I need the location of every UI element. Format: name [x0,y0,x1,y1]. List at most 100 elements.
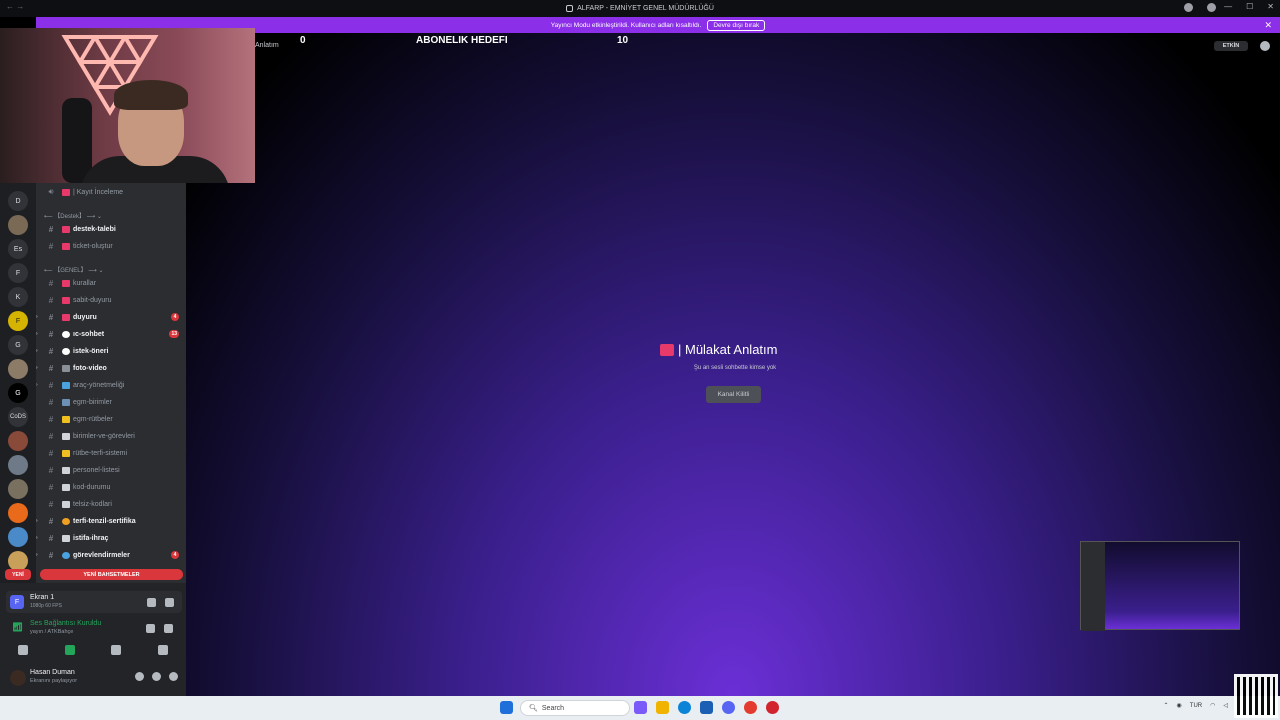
server-icon[interactable]: Es [8,239,28,259]
channel-item[interactable]: # ticket-oluştur [36,238,186,254]
globe-icon [62,551,70,559]
close-window-icon[interactable]: ✕ [1267,2,1274,11]
badge-icon [62,398,70,406]
app-icon[interactable] [766,701,779,714]
file-explorer-icon[interactable] [656,701,669,714]
wifi-icon[interactable]: ◠ [1210,702,1215,709]
back-forward-icon[interactable]: ← → [6,2,24,11]
channel-item[interactable]: # telsiz-kodlari [36,496,186,512]
megaphone-icon [62,188,70,196]
screen-share-icon[interactable] [64,645,75,655]
server-icon[interactable] [8,479,28,499]
server-icon[interactable]: G [8,335,28,355]
preview-sidebar [1081,542,1105,631]
signal-icon[interactable]: 📶︎ [12,622,23,633]
user-panel: F Ekran 1 1080p 60 FPS 📶︎ Ses Bağlantısı… [0,583,186,696]
inbox-icon[interactable] [1184,3,1193,12]
goal-title: ABONELIK HEDEFI [416,34,508,46]
channel-item[interactable]: # destek-talebi [36,221,186,237]
volume-icon[interactable]: ◁ [1223,702,1228,709]
chat-icon[interactable] [1260,41,1270,51]
active-badge[interactable]: ETKİN [1214,41,1248,51]
headphones-icon[interactable] [152,672,161,681]
new-mentions-button[interactable]: YENİ BAHSETMELER [40,569,183,580]
channel-item[interactable]: # egm-rütbeler [36,411,186,427]
category-genel[interactable]: ⟵ 【GENEL】 ⟶ ⌄ [44,265,104,274]
webcam-overlay [0,28,255,183]
server-icon[interactable]: K [8,287,28,307]
star-icon [62,415,70,423]
user-info: Hasan Duman Ekranını paylaşıyor [0,663,186,693]
soundboard-icon[interactable] [157,645,168,655]
stream-preview[interactable]: F Ekran 1 1080p 60 FPS [6,591,182,613]
goal-target: 10 [617,34,629,46]
server-icon[interactable] [8,527,28,547]
chrome-icon[interactable] [744,701,757,714]
channel-item[interactable]: › # terfi-tenzil-sertifika [36,513,186,529]
close-banner-icon[interactable]: ✕ [1264,20,1272,31]
category-destek[interactable]: ⟵ 【Destek】 ⟶ ⌄ [44,211,102,220]
screen-share-preview[interactable] [1080,541,1240,631]
channel-item[interactable]: # personel-listesi [36,462,186,478]
unread-badge: 4 [171,313,179,321]
channel-item[interactable]: › # duyuru 4 [36,309,186,325]
tray-chevron-icon[interactable]: ⌃ [1164,702,1169,709]
server-icon[interactable]: CoDS [8,407,28,427]
banner-text: Yayıncı Modu etkinleştirildi. Kullanıcı … [550,21,702,29]
server-icon[interactable] [8,551,28,571]
maximize-icon[interactable]: ☐ [1246,2,1253,11]
voice-channel-icon: 🔊︎ [48,187,54,196]
voice-channel-name[interactable]: yayın / ATKBahçe [30,629,73,635]
channel-item[interactable]: # rütbe-terfi-sistemi [36,445,186,461]
server-icon[interactable] [8,431,28,451]
camera-off-icon[interactable] [18,645,29,655]
server-icon[interactable]: D [8,191,28,211]
copilot-icon[interactable] [634,701,647,714]
noise-suppression-icon[interactable] [146,624,155,633]
channel-kayit-inceleme[interactable]: 🔊︎ | Kayıt İnceleme [36,184,186,200]
channel-item[interactable]: › # istek-öneri [36,343,186,359]
start-icon[interactable] [500,701,513,714]
system-tray: ⌃ ◉ TUR ◠ ◁ [1164,702,1229,710]
avatar[interactable] [10,670,26,686]
channel-label: | Kayıt İnceleme [73,188,124,196]
channel-locked-button[interactable]: Kanal Kilitli [706,386,761,403]
language-indicator[interactable]: TUR [1190,703,1202,709]
list-icon [62,534,70,542]
store-icon[interactable] [700,701,713,714]
taskbar-search[interactable]: 🔍︎ Search [520,700,630,716]
stop-stream-icon[interactable] [165,598,174,607]
channel-item[interactable]: › # istifa-ihraç [36,530,186,546]
list-icon [62,483,70,491]
voice-status: 📶︎ Ses Bağlantısı Kuruldu yayın / ATKBah… [0,617,186,639]
popout-icon[interactable] [147,598,156,607]
window-titlebar: ← → ALFARP - EMNİYET GENEL MÜDÜRLÜĞÜ — ☐… [0,0,1280,17]
edge-icon[interactable] [678,701,691,714]
server-icon[interactable] [8,455,28,475]
server-icon[interactable]: F [8,311,28,331]
channel-item[interactable]: › # görevlendirmeler 4 [36,547,186,563]
disable-streamer-mode-button[interactable]: Devre dışı bırak [707,19,766,31]
channel-item[interactable]: # kod-durumu [36,479,186,495]
gear-icon[interactable] [169,672,178,681]
channel-item[interactable]: # kurallar [36,275,186,291]
channel-item[interactable]: › # ıc-sohbet 13 [36,326,186,342]
server-icon[interactable]: F [8,263,28,283]
channel-item[interactable]: # egm-birimler [36,394,186,410]
speech-icon [62,330,70,338]
discord-icon[interactable] [722,701,735,714]
network-icon[interactable]: ◉ [1177,702,1182,709]
window-title: ALFARP - EMNİYET GENEL MÜDÜRLÜĞÜ [577,5,714,12]
server-icon[interactable] [8,215,28,235]
channel-item[interactable]: › # araç-yönetmeliği [36,377,186,393]
activities-icon[interactable] [111,645,122,655]
server-icon[interactable] [8,503,28,523]
help-icon[interactable] [1207,3,1216,12]
minimize-icon[interactable]: — [1224,2,1232,11]
microphone-icon[interactable] [135,672,144,681]
channel-item[interactable]: # birimler-ve-görevleri [36,428,186,444]
disconnect-icon[interactable] [164,624,173,633]
channel-item[interactable]: # sabit-duyuru [36,292,186,308]
server-icon[interactable]: G [8,383,28,403]
stream-thumb: F [10,595,24,609]
